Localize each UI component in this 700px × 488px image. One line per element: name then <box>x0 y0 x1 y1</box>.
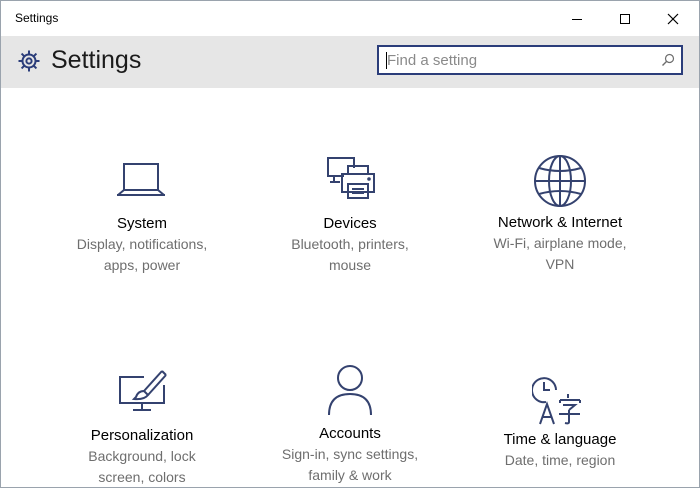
category-personalization[interactable]: Personalization Background, lock screen,… <box>52 367 232 487</box>
settings-window: Settings Settings Find a setting System … <box>0 0 700 488</box>
category-title: System <box>116 215 167 232</box>
category-description-line1: Sign-in, sync settings, <box>281 446 419 462</box>
close-icon <box>667 13 679 25</box>
search-box[interactable] <box>377 45 683 75</box>
category-time-language[interactable]: Time & language Date, time, region <box>470 372 650 471</box>
close-button[interactable] <box>653 5 693 33</box>
category-title: Time & language <box>503 431 617 448</box>
category-description-line2: apps, power <box>103 257 181 273</box>
category-description-line1: Background, lock <box>88 448 196 464</box>
maximize-button[interactable] <box>605 5 645 33</box>
paint-monitor-icon <box>119 370 167 411</box>
category-system[interactable]: System Display, notifications, apps, pow… <box>52 158 232 276</box>
category-description-line1: Bluetooth, printers, <box>291 236 409 252</box>
window-title: Settings <box>15 11 59 25</box>
minimize-icon <box>572 19 582 20</box>
globe-icon <box>534 155 586 207</box>
settings-categories: System Display, notifications, apps, pow… <box>1 88 699 487</box>
category-title: Personalization <box>90 427 194 444</box>
category-devices[interactable]: Devices Bluetooth, printers, mouse <box>260 154 440 276</box>
category-title: Network & Internet <box>497 214 623 231</box>
category-description-line1: Wi-Fi, airplane mode, <box>493 235 627 251</box>
clock-language-icon <box>532 377 581 425</box>
settings-header: Settings <box>1 36 699 88</box>
maximize-icon <box>620 14 630 24</box>
gear-icon <box>18 50 40 72</box>
minimize-button[interactable] <box>557 5 597 33</box>
title-bar[interactable]: Settings <box>1 1 699 36</box>
category-description-line2: screen, colors <box>98 469 186 485</box>
search-input[interactable] <box>387 50 647 70</box>
search-icon[interactable] <box>661 53 675 67</box>
category-accounts[interactable]: Accounts Sign-in, sync settings, family … <box>260 364 440 486</box>
category-description-line2: family & work <box>308 467 392 483</box>
category-description-line2: VPN <box>545 256 575 272</box>
category-description-line1: Date, time, region <box>504 452 616 468</box>
printer-icon <box>327 157 375 199</box>
laptop-icon <box>117 163 165 196</box>
category-description-line2: mouse <box>328 257 372 273</box>
category-title: Devices <box>323 215 377 232</box>
category-network-internet[interactable]: Network & Internet Wi-Fi, airplane mode,… <box>470 153 650 275</box>
person-icon <box>328 365 372 416</box>
page-title: Settings <box>51 46 142 74</box>
category-title: Accounts <box>319 425 381 442</box>
category-description-line1: Display, notifications, <box>76 236 208 252</box>
